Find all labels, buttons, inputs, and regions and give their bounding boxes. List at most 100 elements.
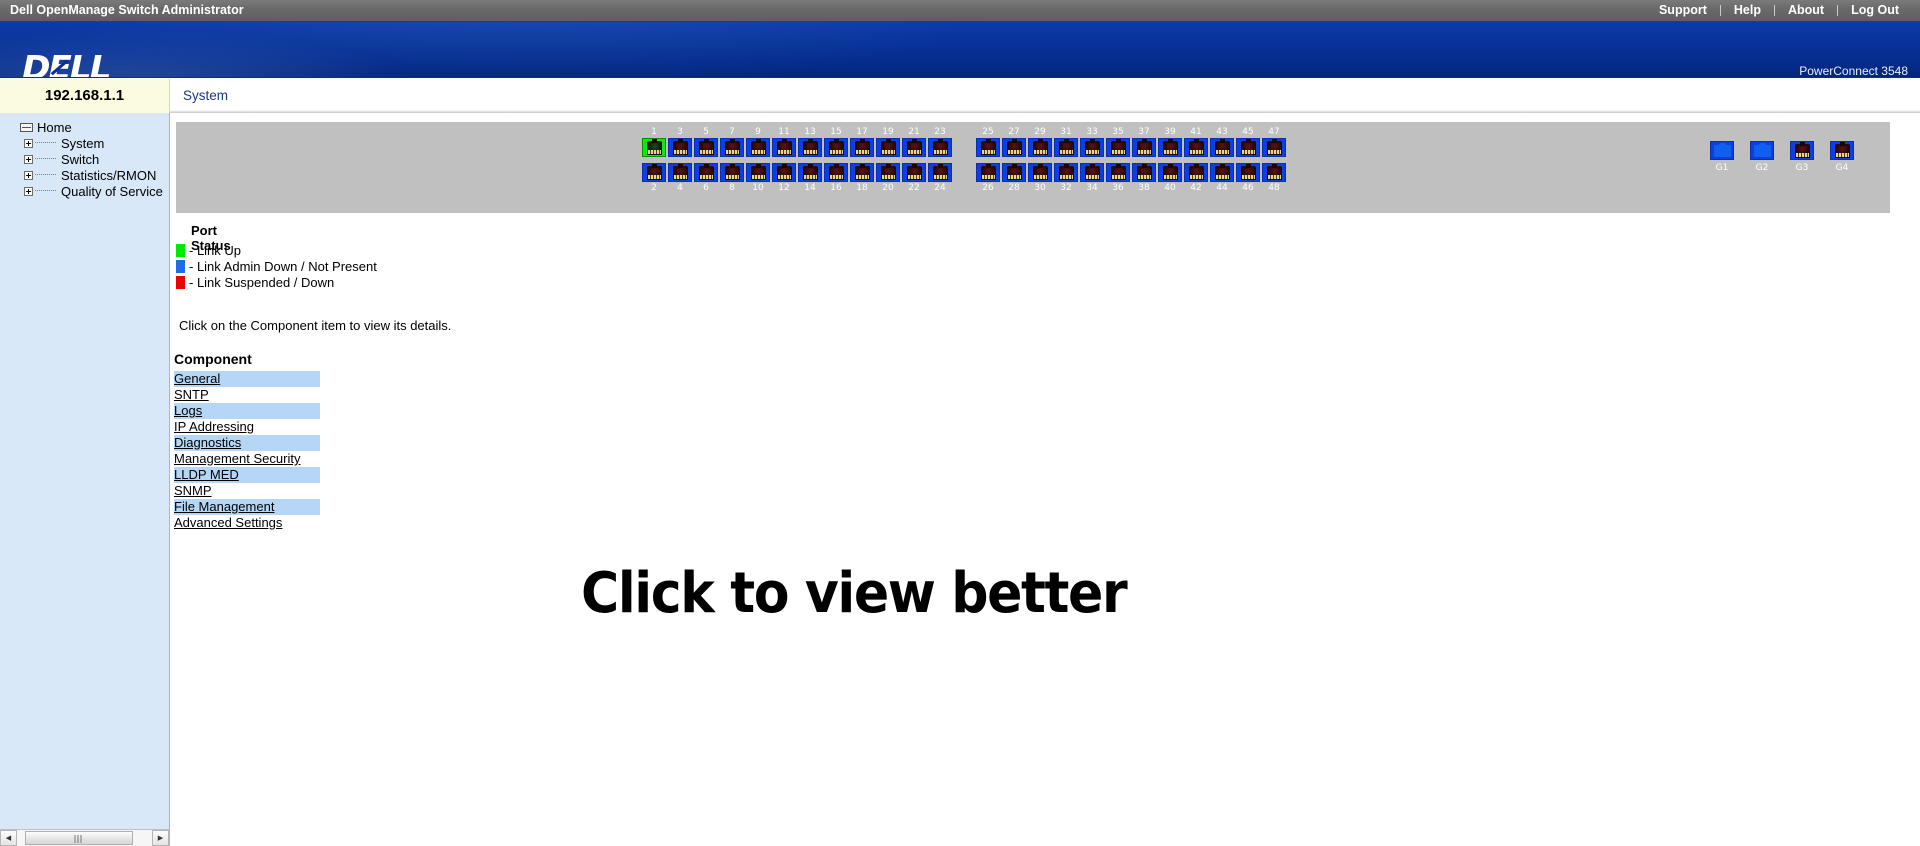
plus-expander-icon[interactable]: [24, 187, 33, 196]
device-ip-address: 192.168.1.1: [44, 87, 125, 104]
port-12[interactable]: [772, 163, 796, 182]
rj45-pins-icon: [1008, 150, 1021, 154]
port-34[interactable]: [1080, 163, 1104, 182]
port-14[interactable]: [798, 163, 822, 182]
port-21[interactable]: [902, 138, 926, 157]
log-out-link[interactable]: Log Out: [1838, 3, 1912, 17]
port-46[interactable]: [1236, 163, 1260, 182]
port-11[interactable]: [772, 138, 796, 157]
component-link[interactable]: IP Addressing: [174, 419, 320, 435]
port-41[interactable]: [1184, 138, 1208, 157]
port-48[interactable]: [1262, 163, 1286, 182]
port-25[interactable]: [976, 138, 1000, 157]
port-10[interactable]: [746, 163, 770, 182]
port-3[interactable]: [668, 138, 692, 157]
support-link[interactable]: Support: [1646, 3, 1720, 17]
sidebar-item-system[interactable]: System: [0, 135, 169, 151]
tab-system[interactable]: System: [183, 88, 228, 103]
component-link[interactable]: LLDP MED: [174, 467, 320, 483]
port-G3[interactable]: [1790, 141, 1814, 160]
click-to-view-better-overlay[interactable]: Click to view better: [581, 561, 1128, 626]
port-28[interactable]: [1002, 163, 1026, 182]
scroll-right-arrow-icon[interactable]: ▶: [152, 830, 169, 846]
app-title: Dell OpenManage Switch Administrator: [10, 3, 244, 17]
port-45[interactable]: [1236, 138, 1260, 157]
port-1[interactable]: [642, 138, 666, 157]
help-link[interactable]: Help: [1721, 3, 1774, 17]
plus-expander-icon[interactable]: [24, 171, 33, 180]
rj45-tab-icon: [912, 139, 917, 143]
port-40[interactable]: [1158, 163, 1182, 182]
port-47[interactable]: [1262, 138, 1286, 157]
port-17[interactable]: [850, 138, 874, 157]
port-27[interactable]: [1002, 138, 1026, 157]
sidebar-item-quality-of-service[interactable]: Quality of Service: [0, 183, 169, 199]
port-35[interactable]: [1106, 138, 1130, 157]
plus-expander-icon[interactable]: [24, 139, 33, 148]
port-20[interactable]: [876, 163, 900, 182]
port-19[interactable]: [876, 138, 900, 157]
scrollbar-thumb[interactable]: [25, 831, 133, 845]
port-number-label: 8: [729, 183, 735, 193]
rj45-tab-icon: [1142, 139, 1147, 143]
port-G1[interactable]: [1710, 141, 1734, 160]
port-18[interactable]: [850, 163, 874, 182]
scroll-left-arrow-icon[interactable]: ◀: [0, 830, 17, 846]
sidebar-item-home[interactable]: Home: [0, 119, 169, 135]
port-30[interactable]: [1028, 163, 1052, 182]
component-link[interactable]: SNMP: [174, 483, 320, 499]
port-2[interactable]: [642, 163, 666, 182]
component-link[interactable]: Diagnostics: [174, 435, 320, 451]
port-13[interactable]: [798, 138, 822, 157]
port-16[interactable]: [824, 163, 848, 182]
plus-expander-icon[interactable]: [24, 155, 33, 164]
rj45-pins-icon: [1268, 150, 1281, 154]
port-43[interactable]: [1210, 138, 1234, 157]
port-number-label: 34: [1086, 183, 1098, 193]
port-31[interactable]: [1054, 138, 1078, 157]
port-5[interactable]: [694, 138, 718, 157]
component-link[interactable]: Advanced Settings: [174, 515, 320, 531]
rj45-pins-icon: [648, 150, 661, 154]
port-number-label: 5: [703, 127, 709, 137]
rj45-pins-icon: [856, 150, 869, 154]
component-link[interactable]: Management Security: [174, 451, 320, 467]
port-number-label: 41: [1190, 127, 1202, 137]
port-9[interactable]: [746, 138, 770, 157]
port-23[interactable]: [928, 138, 952, 157]
port-number-label: 46: [1242, 183, 1254, 193]
sidebar-item-statistics-rmon[interactable]: Statistics/RMON: [0, 167, 169, 183]
port-G2[interactable]: [1750, 141, 1774, 160]
component-link[interactable]: General: [174, 371, 320, 387]
port-42[interactable]: [1184, 163, 1208, 182]
sidebar-horizontal-scrollbar[interactable]: ◀ ▶: [0, 829, 169, 846]
rj45-tab-icon: [678, 139, 683, 143]
port-39[interactable]: [1158, 138, 1182, 157]
port-22[interactable]: [902, 163, 926, 182]
rj45-pins-icon: [700, 175, 713, 179]
port-33[interactable]: [1080, 138, 1104, 157]
sidebar-item-switch[interactable]: Switch: [0, 151, 169, 167]
about-link[interactable]: About: [1775, 3, 1837, 17]
port-7[interactable]: [720, 138, 744, 157]
port-24[interactable]: [928, 163, 952, 182]
sidebar: Home System Switch Statistics/RMON Quali…: [0, 113, 170, 846]
port-37[interactable]: [1132, 138, 1156, 157]
rj45-tab-icon: [886, 139, 891, 143]
port-36[interactable]: [1106, 163, 1130, 182]
port-15[interactable]: [824, 138, 848, 157]
scrollbar-track[interactable]: [17, 830, 152, 846]
component-list: General SNTP Logs IP Addressing Diagnostics M…: [174, 371, 320, 531]
port-8[interactable]: [720, 163, 744, 182]
port-44[interactable]: [1210, 163, 1234, 182]
port-6[interactable]: [694, 163, 718, 182]
component-link[interactable]: Logs: [174, 403, 320, 419]
component-link[interactable]: File Management: [174, 499, 320, 515]
component-link[interactable]: SNTP: [174, 387, 320, 403]
port-G4[interactable]: [1830, 141, 1854, 160]
port-32[interactable]: [1054, 163, 1078, 182]
port-26[interactable]: [976, 163, 1000, 182]
port-38[interactable]: [1132, 163, 1156, 182]
port-29[interactable]: [1028, 138, 1052, 157]
port-4[interactable]: [668, 163, 692, 182]
